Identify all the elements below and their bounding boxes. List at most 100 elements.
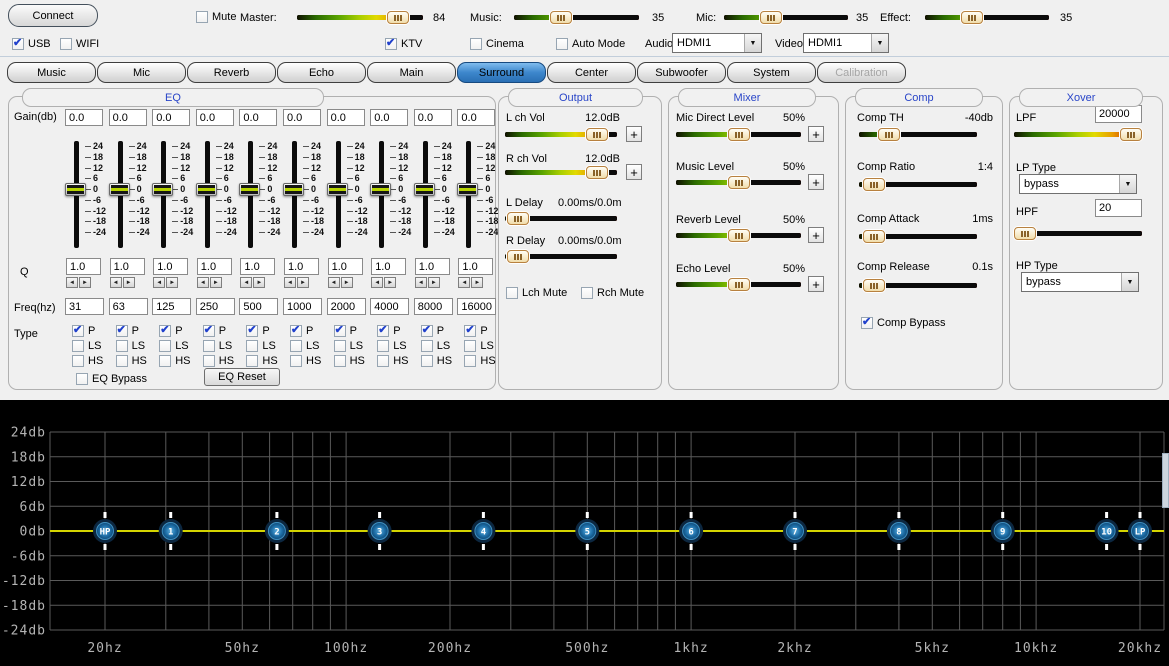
eq-type-ls-2[interactable]: LS xyxy=(116,339,145,353)
increase-button[interactable]: + xyxy=(808,227,824,243)
hp-type-select[interactable]: bypass▼ xyxy=(1021,272,1139,292)
tab-center[interactable]: Center xyxy=(547,62,636,83)
eq-q-input-7[interactable] xyxy=(328,258,363,275)
eq-q-input-4[interactable] xyxy=(197,258,232,275)
effect-slider[interactable] xyxy=(925,11,1049,24)
mic-slider[interactable] xyxy=(724,11,848,24)
slider-handle[interactable] xyxy=(863,178,885,191)
audio-select[interactable]: HDMI1▼ xyxy=(672,33,762,53)
spinner-right-button[interactable]: ► xyxy=(341,277,353,288)
eq-type-p-9[interactable]: P xyxy=(421,324,444,338)
increase-button[interactable]: + xyxy=(808,276,824,292)
eq-q-input-10[interactable] xyxy=(458,258,493,275)
tab-surround[interactable]: Surround xyxy=(457,62,546,83)
comp-slider-1[interactable] xyxy=(859,128,977,141)
increase-button[interactable]: + xyxy=(808,174,824,190)
spinner-right-button[interactable]: ► xyxy=(210,277,222,288)
output-slider-2[interactable] xyxy=(505,166,617,179)
ktv-checkbox[interactable]: KTV xyxy=(385,37,422,51)
mixer-slider-4[interactable] xyxy=(676,278,801,291)
eq-type-ls-3[interactable]: LS xyxy=(159,339,188,353)
eq-slider-handle-2[interactable] xyxy=(109,183,130,196)
music-slider[interactable] xyxy=(514,11,639,24)
eq-freq-input-5[interactable] xyxy=(239,298,278,315)
master-slider[interactable] xyxy=(297,11,423,24)
tab-system[interactable]: System xyxy=(727,62,816,83)
spinner-left-button[interactable]: ◄ xyxy=(240,277,252,288)
spinner-left-button[interactable]: ◄ xyxy=(371,277,383,288)
spinner-right-button[interactable]: ► xyxy=(253,277,265,288)
spinner-left-button[interactable]: ◄ xyxy=(153,277,165,288)
connect-button[interactable]: Connect xyxy=(8,4,98,27)
eq-freq-input-1[interactable] xyxy=(65,298,104,315)
spinner-right-button[interactable]: ► xyxy=(428,277,440,288)
eq-slider-handle-8[interactable] xyxy=(370,183,391,196)
lpf-slider[interactable] xyxy=(1014,128,1142,141)
spinner-right-button[interactable]: ► xyxy=(384,277,396,288)
eq-q-input-1[interactable] xyxy=(66,258,101,275)
mixer-slider-1[interactable] xyxy=(676,128,801,141)
output-slider-1[interactable] xyxy=(505,128,617,141)
tab-subwoofer[interactable]: Subwoofer xyxy=(637,62,726,83)
slider-handle[interactable] xyxy=(586,128,608,141)
spinner-right-button[interactable]: ► xyxy=(123,277,135,288)
slider-handle[interactable] xyxy=(1120,128,1142,141)
spinner-left-button[interactable]: ◄ xyxy=(328,277,340,288)
eq-type-ls-4[interactable]: LS xyxy=(203,339,232,353)
eq-type-p-4[interactable]: P xyxy=(203,324,226,338)
spinner-right-button[interactable]: ► xyxy=(79,277,91,288)
eq-type-ls-5[interactable]: LS xyxy=(246,339,275,353)
spinner-left-button[interactable]: ◄ xyxy=(415,277,427,288)
increase-button[interactable]: + xyxy=(808,126,824,142)
slider-handle[interactable] xyxy=(728,128,750,141)
slider-handle[interactable] xyxy=(728,229,750,242)
output-slider-3[interactable] xyxy=(505,212,617,225)
hpf-input[interactable] xyxy=(1095,199,1142,217)
spinner-right-button[interactable]: ► xyxy=(297,277,309,288)
spinner-right-button[interactable]: ► xyxy=(471,277,483,288)
slider-handle[interactable] xyxy=(387,11,409,24)
eq-slider-handle-4[interactable] xyxy=(196,183,217,196)
mixer-slider-3[interactable] xyxy=(676,229,801,242)
increase-button[interactable]: + xyxy=(626,126,642,142)
lpf-input[interactable] xyxy=(1095,105,1142,123)
eq-slider-handle-3[interactable] xyxy=(152,183,173,196)
tab-reverb[interactable]: Reverb xyxy=(187,62,276,83)
rch-mute-checkbox[interactable]: Rch Mute xyxy=(581,286,644,300)
spinner-right-button[interactable]: ► xyxy=(166,277,178,288)
slider-handle[interactable] xyxy=(1014,227,1036,240)
eq-freq-input-9[interactable] xyxy=(414,298,453,315)
mixer-slider-2[interactable] xyxy=(676,176,801,189)
eq-q-input-3[interactable] xyxy=(153,258,188,275)
eq-type-p-8[interactable]: P xyxy=(377,324,400,338)
eq-bypass-checkbox[interactable]: EQ Bypass xyxy=(76,372,147,386)
tab-main[interactable]: Main xyxy=(367,62,456,83)
slider-handle[interactable] xyxy=(961,11,983,24)
slider-handle[interactable] xyxy=(728,176,750,189)
spinner-left-button[interactable]: ◄ xyxy=(110,277,122,288)
eq-type-p-3[interactable]: P xyxy=(159,324,182,338)
eq-type-hs-4[interactable]: HS xyxy=(203,354,234,368)
eq-type-hs-9[interactable]: HS xyxy=(421,354,452,368)
eq-gain-input-3[interactable] xyxy=(152,109,190,126)
eq-slider-handle-10[interactable] xyxy=(457,183,478,196)
hpf-slider[interactable] xyxy=(1014,227,1142,240)
eq-type-p-6[interactable]: P xyxy=(290,324,313,338)
eq-q-input-9[interactable] xyxy=(415,258,450,275)
eq-gain-input-8[interactable] xyxy=(370,109,408,126)
eq-type-p-2[interactable]: P xyxy=(116,324,139,338)
eq-slider-handle-6[interactable] xyxy=(283,183,304,196)
eq-type-ls-6[interactable]: LS xyxy=(290,339,319,353)
eq-type-ls-10[interactable]: LS xyxy=(464,339,493,353)
comp-slider-2[interactable] xyxy=(859,178,977,191)
comp-slider-3[interactable] xyxy=(859,230,977,243)
eq-q-input-8[interactable] xyxy=(371,258,406,275)
comp-bypass-checkbox[interactable]: Comp Bypass xyxy=(861,316,945,330)
spinner-left-button[interactable]: ◄ xyxy=(66,277,78,288)
eq-type-hs-6[interactable]: HS xyxy=(290,354,321,368)
eq-gain-input-2[interactable] xyxy=(109,109,147,126)
eq-type-hs-7[interactable]: HS xyxy=(334,354,365,368)
eq-type-ls-1[interactable]: LS xyxy=(72,339,101,353)
slider-handle[interactable] xyxy=(507,250,529,263)
eq-type-ls-8[interactable]: LS xyxy=(377,339,406,353)
